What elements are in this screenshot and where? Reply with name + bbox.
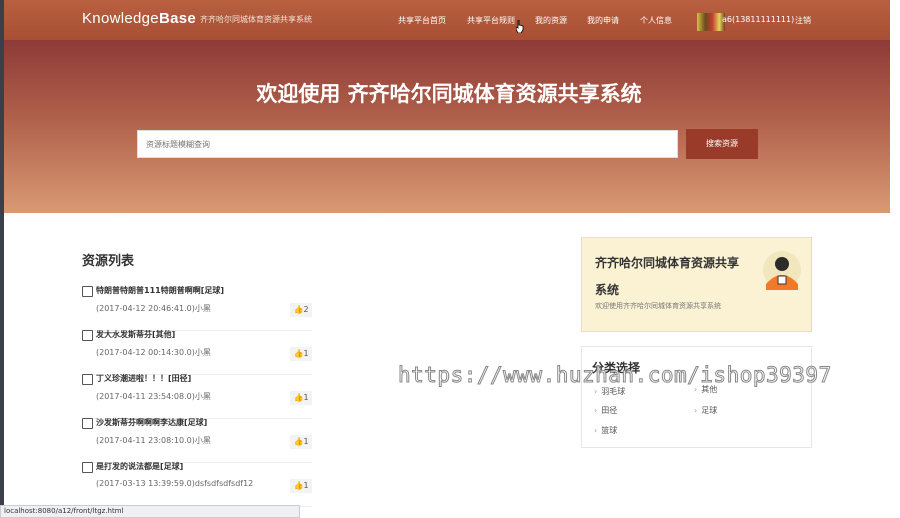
chevron-right-icon: ›: [694, 406, 698, 415]
like-count[interactable]: 👍1: [290, 391, 312, 405]
resource-title[interactable]: 丁义珍潮进啦！！！[田径]: [96, 373, 191, 384]
mouse-cursor-icon: [516, 20, 524, 33]
like-count[interactable]: 👍1: [290, 479, 312, 493]
edit-icon: [82, 330, 93, 341]
browser-status-bar: localhost:8080/a12/front/ltgz.html: [0, 505, 300, 518]
category-basketball[interactable]: › 篮球: [594, 425, 617, 436]
nav-rules-link[interactable]: 共享平台规则: [467, 15, 515, 26]
nav-logout-link[interactable]: 注销: [795, 15, 811, 26]
site-logo[interactable]: KnowledgeBase: [82, 10, 196, 27]
resource-meta: (2017-04-11 23:54:08.0)小黑: [96, 392, 211, 401]
user-avatar[interactable]: [697, 13, 725, 31]
nav-profile-link[interactable]: 个人信息: [640, 15, 672, 26]
search-input[interactable]: [138, 131, 693, 157]
edit-icon: [82, 462, 93, 473]
edit-icon: [82, 418, 93, 429]
resource-meta: (2017-04-12 20:46:41.0)小黑: [96, 304, 211, 313]
nav-user-account[interactable]: a6(13811111111): [722, 15, 794, 24]
user-person-icon: [763, 251, 801, 290]
like-count[interactable]: 👍1: [290, 347, 312, 361]
resource-title[interactable]: 特朗普特朗普111特朗普啊啊[足球]: [96, 285, 224, 296]
list-item[interactable]: 丁义珍潮进啦！！！[田径] (2017-04-11 23:54:08.0)小黑 …: [82, 374, 312, 419]
resource-title[interactable]: 是打发的说法都是[足球]: [96, 461, 183, 472]
hero-title: 欢迎使用 齐齐哈尔同城体育资源共享系统: [256, 82, 642, 106]
chevron-right-icon: ›: [594, 426, 598, 435]
category-track-field[interactable]: › 田径: [594, 405, 617, 416]
like-count[interactable]: 👍2: [290, 303, 312, 317]
resource-title[interactable]: 发大水发斯蒂芬[其他]: [96, 329, 175, 340]
list-item[interactable]: 特朗普特朗普111特朗普啊啊[足球] (2017-04-12 20:46:41.…: [82, 286, 312, 331]
nav-my-resources-link[interactable]: 我的资源: [535, 15, 567, 26]
chevron-right-icon: ›: [594, 406, 598, 415]
list-item[interactable]: 沙发斯蒂芬啊啊啊李达康[足球] (2017-04-11 23:08:10.0)小…: [82, 418, 312, 463]
search-box: [137, 130, 693, 158]
list-item[interactable]: 发大水发斯蒂芬[其他] (2017-04-12 00:14:30.0)小黑 👍1: [82, 330, 312, 375]
like-count[interactable]: 👍1: [290, 435, 312, 449]
edit-icon: [82, 374, 93, 385]
category-football[interactable]: › 足球: [694, 405, 717, 416]
watermark-overlay: https://www.huzhan.com/ishop39397: [398, 363, 832, 388]
nav-my-applications-link[interactable]: 我的申请: [587, 15, 619, 26]
site-subtitle: 齐齐哈尔同城体育资源共享系统: [200, 15, 312, 24]
list-item[interactable]: 是打发的说法都是[足球] (2017-03-13 13:39:59.0)dsfs…: [82, 462, 312, 507]
resource-meta: (2017-04-12 00:14:30.0)小黑: [96, 348, 211, 357]
resource-list-heading: 资源列表: [82, 254, 135, 269]
card-title: 齐齐哈尔同城体育资源共享系统: [595, 256, 740, 297]
category-badminton[interactable]: › 羽毛球: [594, 386, 625, 397]
search-button[interactable]: 搜索资源: [686, 129, 758, 159]
edit-icon: [82, 286, 93, 297]
resource-meta: (2017-04-11 23:08:10.0)小黑: [96, 436, 211, 445]
system-info-card: 齐齐哈尔同城体育资源共享系统 欢迎使用齐齐哈尔同城体育资源共享系统: [581, 237, 812, 332]
category-panel: 分类选择 › 羽毛球 › 其他 › 田径 › 足球 › 篮球: [581, 346, 812, 448]
nav-home-link[interactable]: 共享平台首页: [398, 15, 446, 26]
chevron-right-icon: ›: [594, 387, 598, 396]
resource-meta: (2017-03-13 13:39:59.0)dsfsdfsdfsdf12: [96, 479, 254, 488]
resource-title[interactable]: 沙发斯蒂芬啊啊啊李达康[足球]: [96, 417, 207, 428]
card-description: 欢迎使用齐齐哈尔同城体育资源共享系统: [595, 302, 721, 310]
top-navbar: KnowledgeBase 齐齐哈尔同城体育资源共享系统 共享平台首页 共享平台…: [4, 0, 890, 40]
hero-banner: 欢迎使用 齐齐哈尔同城体育资源共享系统 搜索资源: [4, 40, 890, 213]
